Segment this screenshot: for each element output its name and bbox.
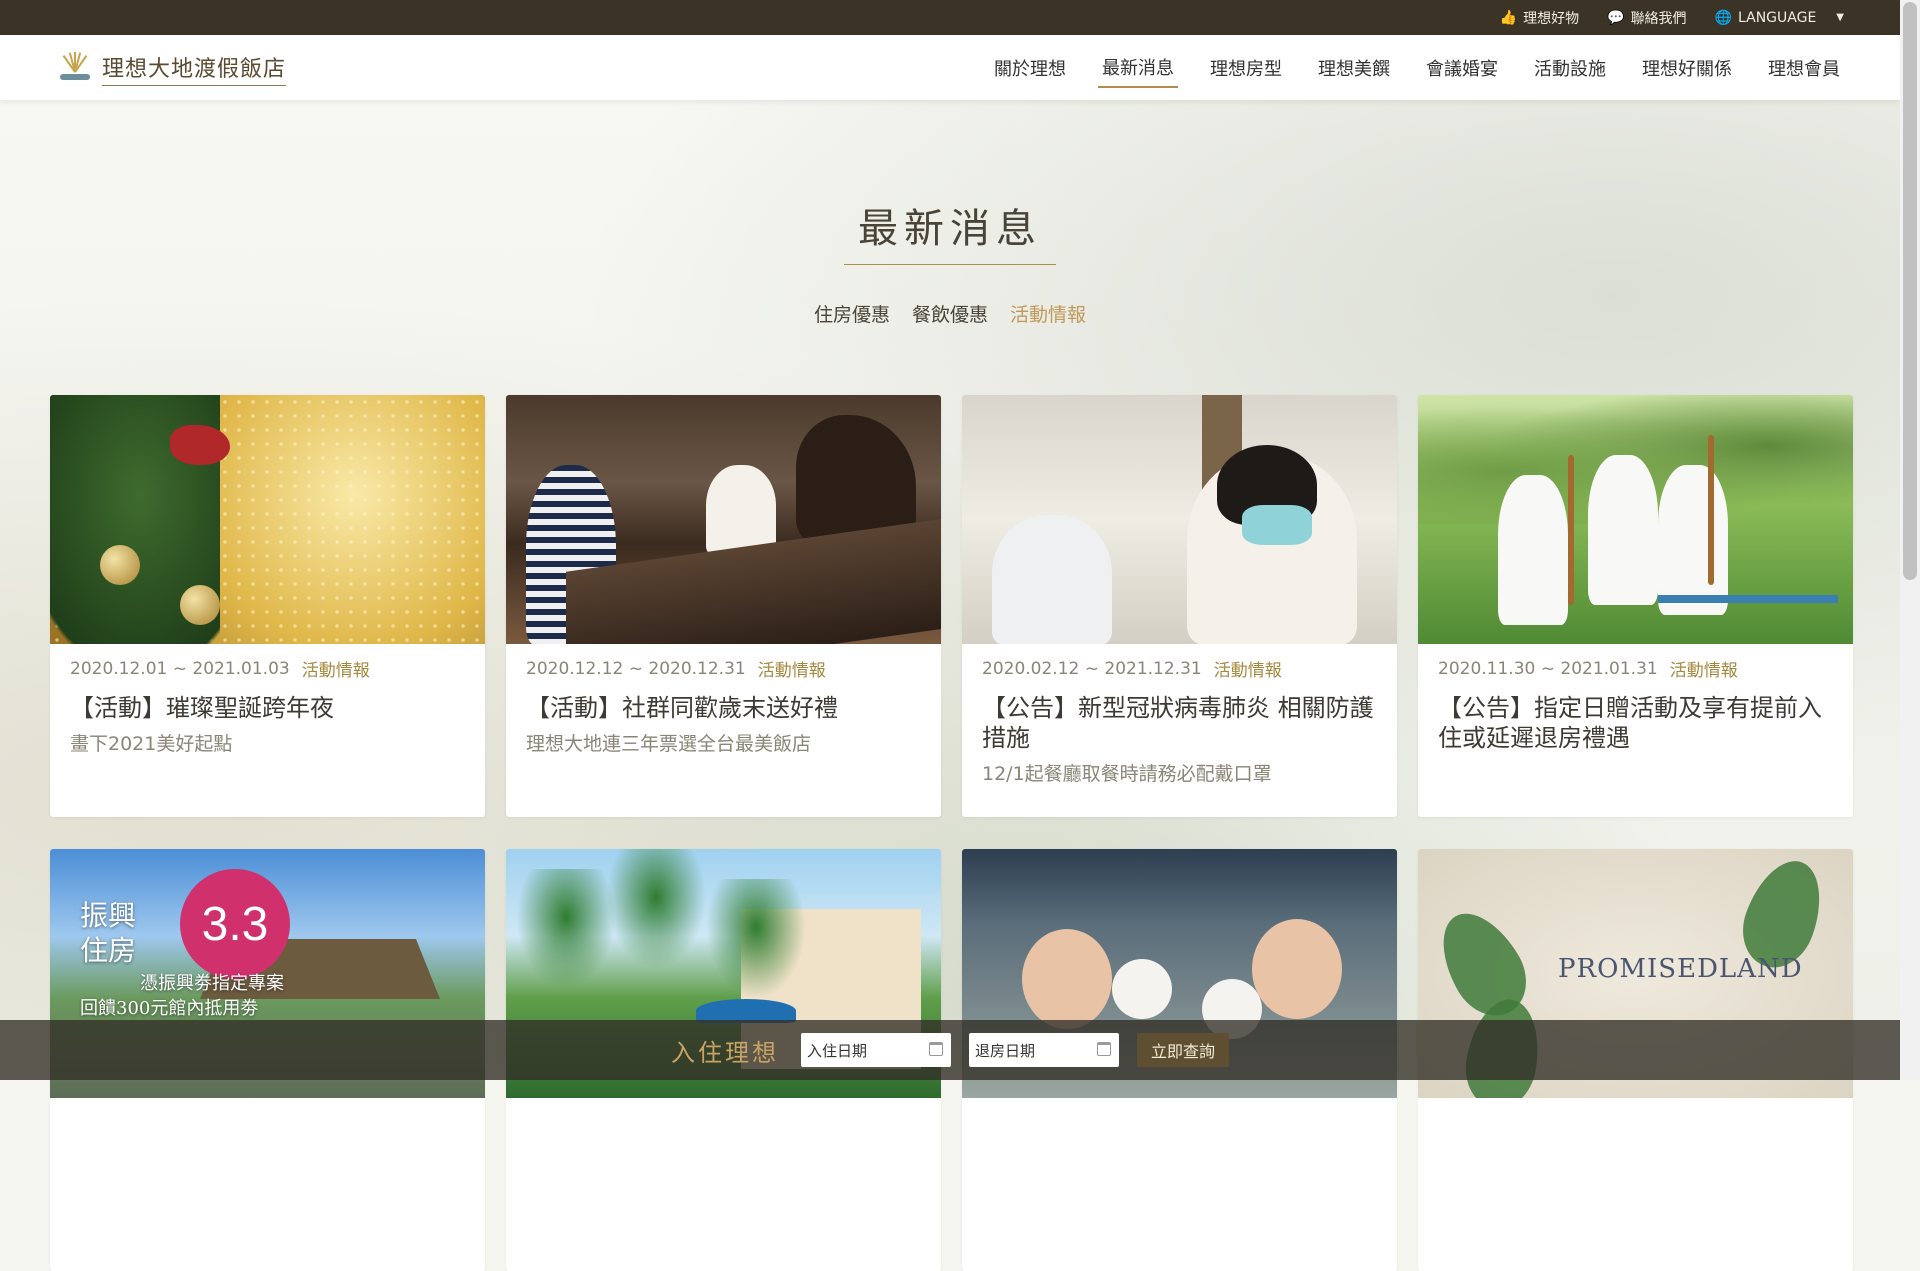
card-category: 活動情報 — [301, 661, 370, 681]
card-subtitle: 12/1起餐廳取餐時請務必配戴口罩 — [982, 763, 1272, 785]
ideal-goods-link[interactable]: 👍 理想好物 — [1500, 8, 1579, 28]
globe-icon: 🌐 — [1714, 9, 1732, 26]
lobby-reception-image — [506, 395, 941, 644]
contact-us-label: 聯絡我們 — [1630, 10, 1687, 27]
thumbs-up-icon: 👍 — [1499, 9, 1518, 26]
logo-text: 理想大地渡假飯店 — [102, 51, 287, 86]
chat-bubble-icon: 💬 — [1607, 9, 1625, 26]
main-navbar: 理想大地渡假飯店 關於理想 最新消息 理想房型 理想美饌 會議婚宴 活動設施 理… — [0, 35, 1900, 100]
news-card[interactable]: 2020.11.30 ~ 2021.01.31 活動情報 【公告】指定日贈活動及… — [1418, 395, 1853, 817]
card-subtitle: 畫下2021美好起點 — [70, 733, 233, 755]
nav-item-activities[interactable]: 活動設施 — [1530, 49, 1610, 87]
contact-us-link[interactable]: 💬 聯絡我們 — [1607, 8, 1686, 28]
brand-print-text: PROMISEDLAND — [1558, 954, 1803, 984]
logo-mark-icon — [56, 48, 94, 88]
checkout-date-input[interactable]: 退房日期 — [968, 1033, 1119, 1067]
news-card[interactable]: 2020.12.01 ~ 2021.01.03 活動情報 【活動】璀璨聖誕跨年夜… — [50, 395, 485, 817]
nav-item-about[interactable]: 關於理想 — [990, 49, 1070, 87]
news-card[interactable]: 2020.02.12 ~ 2021.12.31 活動情報 【公告】新型冠狀病毒肺… — [962, 395, 1397, 817]
nav-item-rooms[interactable]: 理想房型 — [1206, 49, 1286, 87]
page-title: 最新消息 — [844, 196, 1056, 265]
promo-text-line: 住房 — [80, 934, 137, 967]
card-title: 【活動】社群同歡歲末送好禮 — [526, 694, 838, 722]
nav-item-relations[interactable]: 理想好關係 — [1638, 49, 1736, 87]
language-label: LANGUAGE — [1738, 9, 1817, 26]
checkin-placeholder: 入住日期 — [806, 1041, 867, 1060]
news-grid: 2020.12.01 ~ 2021.01.03 活動情報 【活動】璀璨聖誕跨年夜… — [50, 395, 1853, 1271]
filter-dining-offers[interactable]: 餐飲優惠 — [912, 300, 988, 327]
booking-bar: 入住理想 入住日期 退房日期 立即查詢 — [0, 1020, 1900, 1080]
card-title: 【活動】璀璨聖誕跨年夜 — [70, 694, 334, 722]
nav-item-meetings-weddings[interactable]: 會議婚宴 — [1422, 49, 1502, 87]
promo-badge: 3.3 — [180, 869, 290, 979]
christmas-lights-image — [50, 395, 485, 644]
card-date: 2020.02.12 ~ 2021.12.31 — [982, 658, 1202, 679]
card-title: 【公告】新型冠狀病毒肺炎 相關防護措施 — [982, 694, 1374, 752]
nav-menu: 關於理想 最新消息 理想房型 理想美饌 會議婚宴 活動設施 理想好關係 理想會員 — [990, 35, 1844, 100]
calendar-icon — [1096, 1042, 1111, 1056]
scrollbar-thumb[interactable] — [1903, 2, 1917, 580]
card-date: 2020.11.30 ~ 2021.01.31 — [1438, 658, 1658, 679]
search-availability-button[interactable]: 立即查詢 — [1136, 1033, 1229, 1067]
nav-item-dining[interactable]: 理想美饌 — [1314, 49, 1394, 87]
card-title: 【公告】指定日贈活動及享有提前入住或延遲退房禮遇 — [1438, 694, 1822, 752]
filter-room-offers[interactable]: 住房優惠 — [814, 300, 890, 327]
promo-text-line: 振興 — [80, 899, 137, 932]
card-date: 2020.12.12 ~ 2020.12.31 — [526, 658, 746, 679]
masked-staff-image — [962, 395, 1397, 644]
calendar-icon — [928, 1042, 943, 1056]
nav-item-membership[interactable]: 理想會員 — [1764, 49, 1844, 87]
section-header: 最新消息 — [0, 196, 1900, 265]
page-scrollbar[interactable] — [1900, 0, 1920, 1080]
checkin-date-input[interactable]: 入住日期 — [800, 1033, 951, 1067]
ideal-goods-label: 理想好物 — [1523, 10, 1580, 27]
nav-item-news[interactable]: 最新消息 — [1098, 48, 1178, 88]
card-subtitle: 理想大地連三年票選全台最美飯店 — [526, 733, 812, 755]
card-date: 2020.12.01 ~ 2021.01.03 — [70, 658, 290, 679]
language-dropdown[interactable]: 🌐 LANGUAGE ▼ — [1715, 10, 1844, 26]
filter-events[interactable]: 活動情報 — [1010, 300, 1086, 327]
news-card[interactable]: 2020.12.12 ~ 2020.12.31 活動情報 【活動】社群同歡歲末送… — [506, 395, 941, 817]
card-category: 活動情報 — [1213, 661, 1282, 681]
card-category: 活動情報 — [1669, 661, 1738, 681]
checkout-placeholder: 退房日期 — [974, 1041, 1035, 1060]
promo-text-line: 憑振興劵指定專案 — [140, 973, 284, 994]
category-filters: 住房優惠 餐飲優惠 活動情報 — [0, 300, 1900, 327]
archery-activity-image — [1418, 395, 1853, 644]
hotel-logo[interactable]: 理想大地渡假飯店 — [56, 47, 287, 89]
caret-down-icon: ▼ — [1836, 12, 1844, 23]
top-utility-bar: 👍 理想好物 💬 聯絡我們 🌐 LANGUAGE ▼ — [0, 0, 1900, 35]
booking-label: 入住理想 — [670, 1038, 779, 1067]
promo-text-line: 回饋300元館內抵用劵 — [80, 998, 259, 1019]
card-category: 活動情報 — [757, 661, 826, 681]
